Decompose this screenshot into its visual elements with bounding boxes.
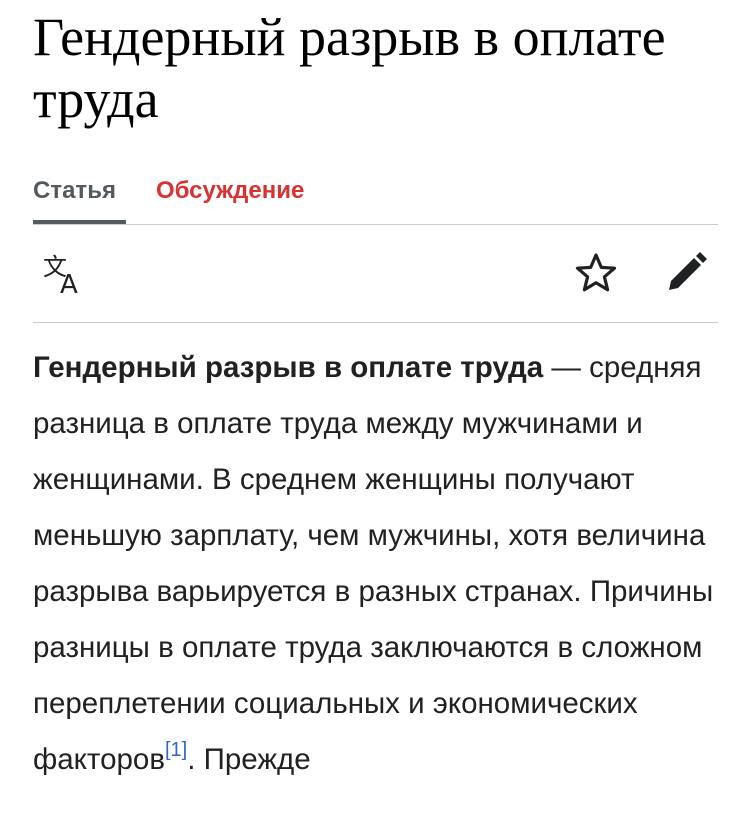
watch-button[interactable] [571,248,621,298]
lead-paragraph: Гендерный разрыв в оплате труда — средня… [33,340,718,788]
tab-talk[interactable]: Обсуждение [156,172,304,224]
language-button[interactable]: 文 A [41,248,91,298]
svg-text:A: A [60,270,78,298]
lead-term: Гендерный разрыв в оплате труда [33,351,544,384]
edit-button[interactable] [661,248,711,298]
star-icon [575,253,617,292]
article-body: Гендерный разрыв в оплате труда — средня… [33,340,718,788]
pencil-icon [669,252,707,290]
article-page: Гендерный разрыв в оплате труда Статья О… [33,0,718,840]
namespace-tabs: Статья Обсуждение [33,172,718,228]
page-title: Гендерный разрыв в оплате труда [33,7,666,129]
lead-continuation: . Прежде [187,743,311,776]
reference-link[interactable]: [1] [165,739,187,761]
tabs-divider [33,224,718,225]
lead-text: — средняя разница в оплате труда между м… [33,351,714,776]
toolbar-divider [33,322,718,323]
page-actions-toolbar: 文 A [33,240,718,310]
tab-article[interactable]: Статья [33,172,116,224]
language-icon: 文 A [43,253,78,298]
